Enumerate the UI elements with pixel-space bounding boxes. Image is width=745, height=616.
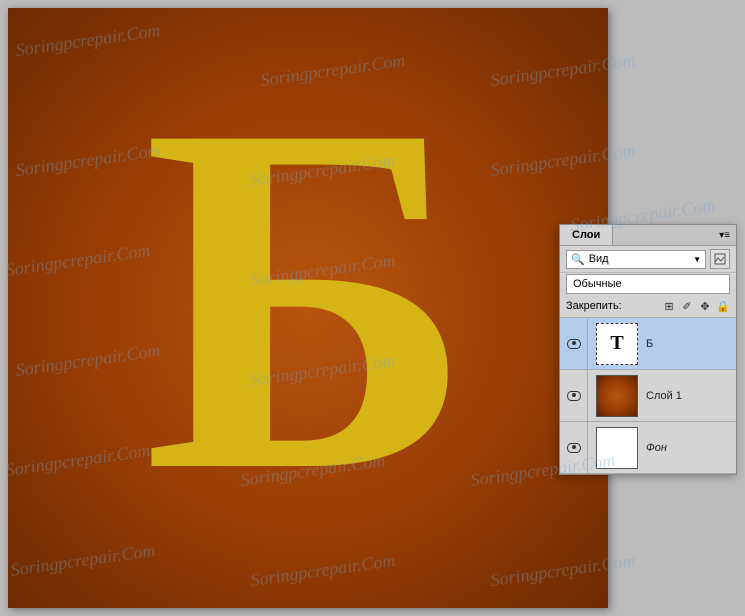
layer-visibility-toggle[interactable] bbox=[560, 370, 588, 421]
layer-name[interactable]: Б bbox=[646, 338, 653, 350]
layer-filter-row: 🔍 Вид ▼ bbox=[560, 246, 736, 273]
canvas-text-letter[interactable]: Б bbox=[143, 48, 474, 548]
layer-visibility-toggle[interactable] bbox=[560, 318, 588, 369]
blend-mode-select[interactable]: Обычные bbox=[566, 274, 730, 294]
layer-visibility-toggle[interactable] bbox=[560, 422, 588, 473]
panel-tab-bar: Слои ▾≡ bbox=[560, 225, 736, 246]
layers-panel: Слои ▾≡ 🔍 Вид ▼ Обычные Закрепить: ⊞ ✐ ✥… bbox=[559, 224, 737, 475]
panel-menu-icon[interactable]: ▾≡ bbox=[713, 228, 736, 243]
eye-icon bbox=[567, 391, 581, 401]
layer-filter-select[interactable]: 🔍 Вид ▼ bbox=[566, 250, 706, 269]
lock-brush-icon[interactable]: ✐ bbox=[680, 299, 694, 313]
eye-icon bbox=[567, 339, 581, 349]
eye-icon bbox=[567, 443, 581, 453]
search-icon: 🔍 bbox=[571, 253, 585, 266]
layer-item-background[interactable]: Фон bbox=[560, 422, 736, 474]
filter-image-icon[interactable] bbox=[710, 249, 730, 269]
layer-item-raster[interactable]: Слой 1 bbox=[560, 370, 736, 422]
canvas-background-gradient: Б bbox=[8, 8, 608, 608]
layers-list: T Б Слой 1 Фон bbox=[560, 318, 736, 474]
layer-thumbnail-background[interactable] bbox=[596, 427, 638, 469]
chevron-down-icon: ▼ bbox=[693, 255, 701, 264]
filter-label: Вид bbox=[589, 253, 609, 265]
tab-layers[interactable]: Слои bbox=[560, 225, 613, 245]
lock-label: Закрепить: bbox=[566, 300, 622, 312]
layer-item-text[interactable]: T Б bbox=[560, 318, 736, 370]
lock-pixels-icon[interactable]: ⊞ bbox=[662, 299, 676, 313]
layer-name[interactable]: Фон bbox=[646, 442, 667, 454]
document-canvas[interactable]: Б bbox=[8, 8, 608, 608]
layer-name[interactable]: Слой 1 bbox=[646, 390, 682, 402]
layer-thumbnail-raster[interactable] bbox=[596, 375, 638, 417]
layer-thumbnail-text[interactable]: T bbox=[596, 323, 638, 365]
lock-row: Закрепить: ⊞ ✐ ✥ 🔒 bbox=[560, 295, 736, 318]
lock-all-icon[interactable]: 🔒 bbox=[716, 299, 730, 313]
lock-position-icon[interactable]: ✥ bbox=[698, 299, 712, 313]
